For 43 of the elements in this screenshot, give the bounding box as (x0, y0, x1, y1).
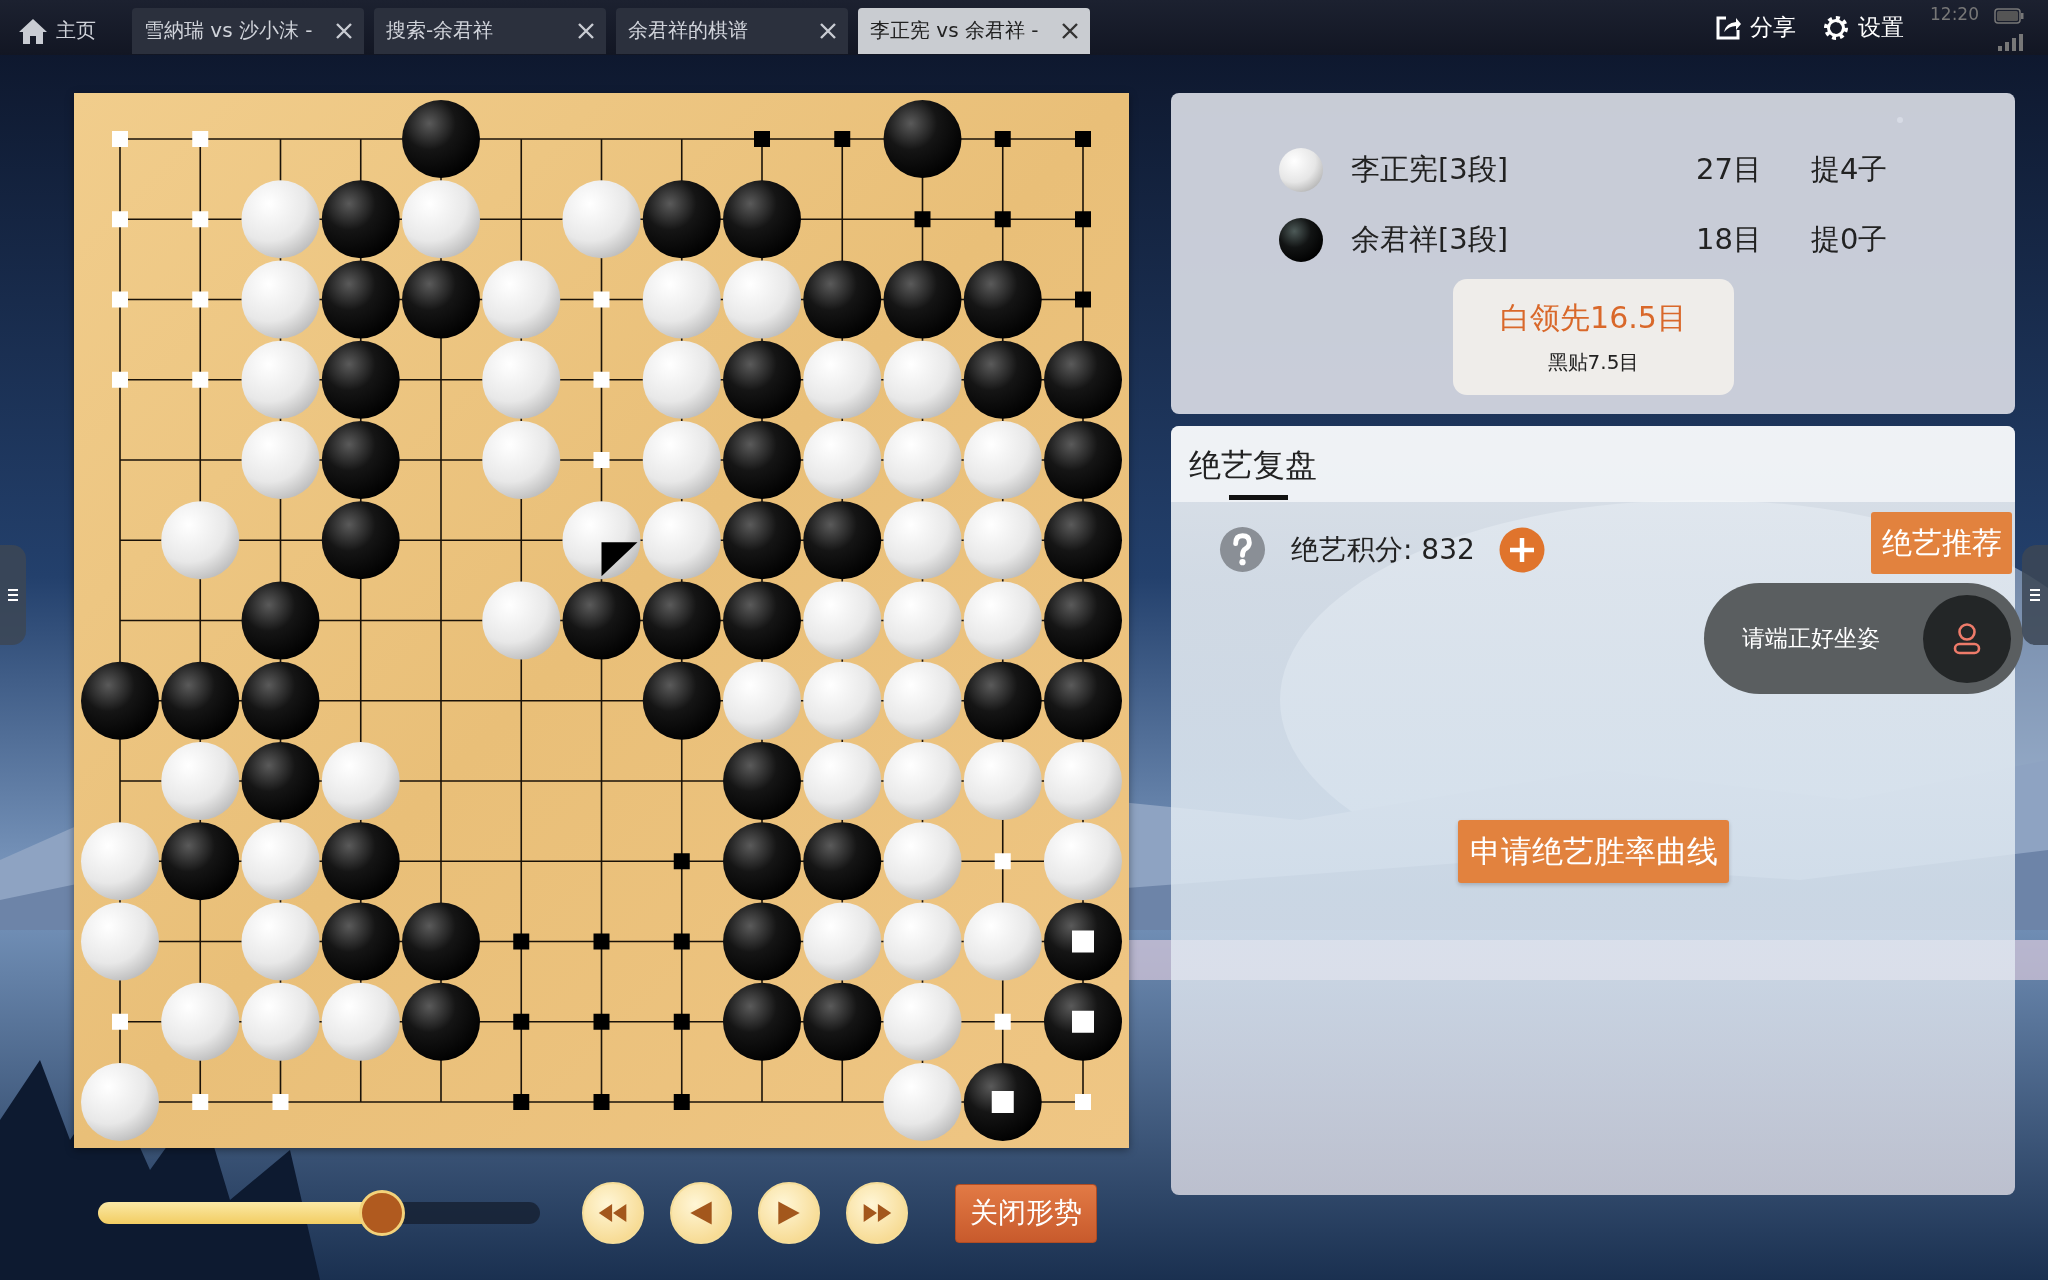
tab-label: 搜索-余君祥 (386, 17, 494, 44)
tab[interactable]: 李正宪 vs 余君祥 - (858, 7, 1090, 54)
person-icon (1952, 621, 1982, 656)
home-icon (18, 16, 48, 45)
battery-icon (1994, 8, 2024, 24)
settings-icon (1822, 13, 1850, 42)
player-name: 李正宪[3段] (1351, 151, 1510, 188)
lead-text: 白领先16.5目 (1500, 299, 1687, 337)
toast-text: 请端正好坐姿 (1742, 624, 1880, 653)
share-button[interactable]: 分享 (1714, 12, 1796, 43)
player-name: 余君祥[3段] (1351, 221, 1510, 258)
tab-label: 雪納瑞 vs 沙小沫 - (144, 17, 313, 44)
komi-text: 黑贴7.5目 (1547, 349, 1640, 376)
side-handle[interactable] (2022, 545, 2048, 645)
tab[interactable]: 余君祥的棋谱 (616, 7, 848, 54)
signal-icon (1998, 33, 2024, 51)
tab[interactable]: 搜索-余君祥 (374, 7, 606, 54)
help-icon[interactable] (1219, 526, 1266, 573)
go-board[interactable] (74, 93, 1129, 1148)
player-score: 27目 (1696, 151, 1763, 188)
menu-icon (7, 588, 19, 602)
stone-icon (1278, 147, 1324, 193)
player-captures: 提0子 (1811, 221, 1888, 258)
tab-label: 李正宪 vs 余君祥 - (870, 17, 1039, 44)
side-handle[interactable] (0, 545, 26, 645)
tab-label: 主页 (56, 17, 96, 44)
close-icon[interactable] (1060, 20, 1080, 41)
close-icon[interactable] (334, 20, 354, 41)
menu-icon (2029, 588, 2041, 602)
player-score: 18目 (1696, 221, 1763, 258)
tab[interactable]: 雪納瑞 vs 沙小沫 - (132, 7, 364, 54)
tab[interactable]: 主页 (0, 7, 122, 54)
stone-icon (1278, 217, 1324, 263)
progress-slider[interactable] (98, 1190, 540, 1236)
tab-label: 余君祥的棋谱 (628, 17, 748, 44)
settings-button[interactable]: 设置 (1822, 12, 1904, 43)
add-icon[interactable] (1498, 526, 1545, 573)
close-icon[interactable] (818, 20, 838, 41)
clock-time: 12:20 (1930, 4, 1979, 24)
panel-tab[interactable]: 绝艺复盘 (1189, 426, 1317, 502)
player-captures: 提4子 (1811, 151, 1888, 188)
points-label: 绝艺积分: 832 (1291, 531, 1475, 568)
close-icon[interactable] (576, 20, 596, 41)
